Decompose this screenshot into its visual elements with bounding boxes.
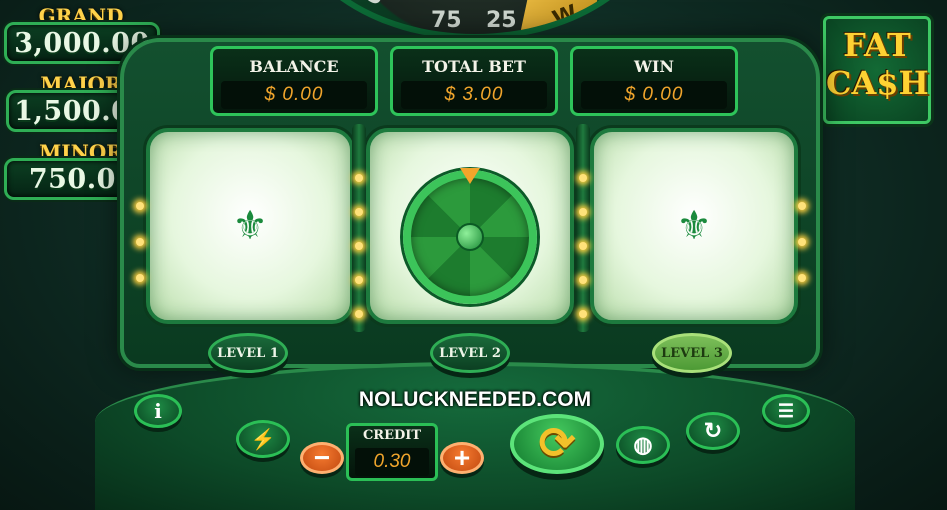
bonus-wheel-hub — [456, 223, 484, 251]
increase-bet-button[interactable]: + — [440, 442, 484, 474]
menu-icon: ☰ — [777, 400, 795, 421]
lightning-icon: ⚡ — [250, 428, 276, 451]
fleur-de-lis-icon: ⚜ — [676, 204, 712, 248]
spin-button[interactable]: ⟳ — [510, 414, 604, 474]
coin-value-button[interactable]: ◍ — [616, 426, 670, 464]
menu-button[interactable]: ☰ — [762, 394, 810, 428]
reel-3: ⚜ — [590, 128, 798, 324]
credit-label: CREDIT — [362, 428, 422, 443]
control-console — [95, 362, 855, 510]
light-bulb — [579, 276, 587, 284]
reel-1: ⚜ — [146, 128, 354, 324]
light-bulb — [798, 238, 806, 246]
logo-line-2: CA$H — [826, 64, 929, 102]
light-bulb — [798, 274, 806, 282]
light-bulb — [136, 238, 144, 246]
light-bulb — [579, 174, 587, 182]
autoplay-icon: ↻ — [703, 418, 723, 443]
info-button[interactable]: i — [134, 394, 182, 428]
win-value: $ 0.00 — [581, 81, 727, 109]
level-2-button[interactable]: LEVEL 2 — [430, 333, 510, 373]
fat-cash-logo: FAT CA$H — [823, 16, 931, 124]
decrease-bet-button[interactable]: − — [300, 442, 344, 474]
light-bulb — [579, 242, 587, 250]
wheel-segment: 75 — [431, 8, 462, 33]
watermark-text: NOLUCKNEEDED.COM — [358, 388, 592, 411]
balance-panel: BALANCE $ 0.00 — [210, 46, 378, 116]
light-bulb — [355, 208, 363, 216]
bonus-wheel-pointer — [460, 168, 480, 184]
credit-value: 0.30 — [355, 448, 429, 476]
light-bulb — [355, 276, 363, 284]
wheel-segment: X5 — [348, 0, 387, 11]
reel-divider — [352, 124, 366, 332]
reel-divider — [576, 124, 590, 332]
total-bet-value: $ 3.00 — [401, 81, 547, 109]
info-icon: i — [154, 399, 162, 423]
balance-value: $ 0.00 — [221, 81, 367, 109]
total-bet-panel: TOTAL BET $ 3.00 — [390, 46, 558, 116]
light-bulb — [579, 208, 587, 216]
top-bonus-wheel: X5 75 25 W — [285, 0, 665, 40]
logo-line-1: FAT — [843, 26, 911, 64]
plus-icon: + — [453, 442, 471, 473]
balance-label: BALANCE — [249, 57, 339, 76]
minus-icon: − — [313, 442, 331, 473]
fleur-de-lis-icon: ⚜ — [232, 204, 268, 248]
win-panel: WIN $ 0.00 — [570, 46, 738, 116]
autoplay-button[interactable]: ↻ — [686, 412, 740, 450]
light-bulb — [798, 202, 806, 210]
spin-arrows-icon: ⟳ — [538, 419, 576, 468]
light-bulb — [136, 202, 144, 210]
light-bulb — [355, 242, 363, 250]
light-bulb — [136, 274, 144, 282]
coin-stack-icon: ◍ — [633, 432, 653, 457]
total-bet-label: TOTAL BET — [422, 57, 526, 76]
light-bulb — [355, 174, 363, 182]
light-bulb — [355, 310, 363, 318]
level-3-button[interactable]: LEVEL 3 — [652, 333, 732, 373]
turbo-button[interactable]: ⚡ — [236, 420, 290, 458]
wheel-segment: 25 — [486, 8, 517, 33]
credit-panel: CREDIT 0.30 — [346, 423, 438, 481]
light-bulb — [579, 310, 587, 318]
win-label: WIN — [633, 57, 675, 76]
level-1-button[interactable]: LEVEL 1 — [208, 333, 288, 373]
